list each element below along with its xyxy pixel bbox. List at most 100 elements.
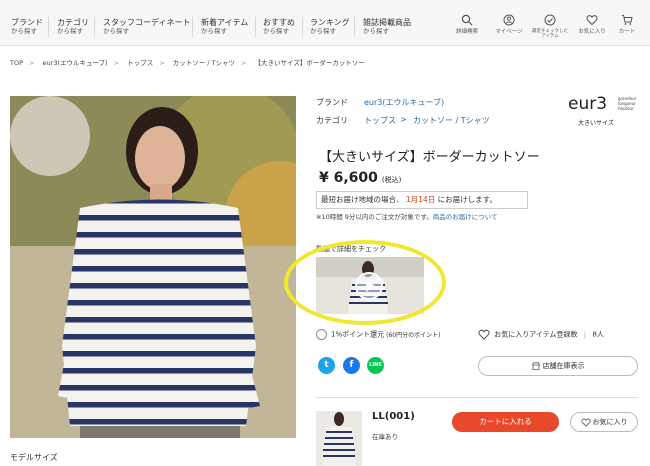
store-stock-button[interactable]: 店舗在庫表示	[478, 356, 638, 376]
order-note-text: ※10時間 9分以内のご注文が対象です。	[316, 213, 433, 221]
delivery-box: 最短お届け地域の場合、 1月14日 にお届けします。	[316, 191, 528, 209]
line-icon: LINE	[369, 362, 382, 368]
price: ¥ 6,600 (税込)	[319, 170, 401, 186]
add-to-cart-button[interactable]: カートに入れる	[452, 412, 559, 432]
breadcrumb-tops[interactable]: トップス	[127, 59, 153, 67]
cart-button[interactable]: カート	[609, 14, 645, 35]
logo-main-text: eur3	[568, 94, 608, 114]
divider: |	[583, 330, 587, 339]
order-note: ※10時間 9分以内のご注文が対象です。商品のお届けについて	[316, 211, 498, 221]
nav-recommend[interactable]: おすすめ から探す	[263, 18, 295, 35]
nav-staff-coordinate[interactable]: スタッフコーディネート から探す	[103, 18, 190, 35]
nav-magazine-label: 雑誌掲載商品	[363, 18, 411, 27]
recent-items-button[interactable]: 最近チェックしたアイテム	[532, 14, 568, 39]
mypage-button[interactable]: マイページ	[491, 14, 527, 35]
video-label: 動画で詳細をチェック	[316, 245, 386, 253]
play-icon[interactable]	[354, 271, 384, 301]
favorites-label: お気に入り	[578, 29, 606, 35]
delivery-info-link[interactable]: 商品のお届けについて	[433, 213, 498, 221]
detailed-search-button[interactable]: 詳細検索	[449, 14, 485, 35]
add-favorite-button[interactable]: お気に入り	[570, 412, 638, 432]
nav-ranking-sub: から探す	[310, 27, 336, 35]
sku-stock-status: 在庫あり	[372, 433, 398, 441]
nav-ranking-label: ランキング	[310, 18, 350, 27]
breadcrumb-separator-icon: >	[159, 59, 165, 67]
breadcrumb-current: 【大きいサイズ】ボーダーカットソー	[254, 59, 365, 67]
store-icon	[531, 362, 540, 370]
heart-icon	[580, 418, 591, 427]
add-favorite-label: お気に入り	[592, 418, 628, 426]
nav-category-sub: から探す	[57, 27, 83, 35]
heart-icon	[478, 329, 490, 340]
delivery-date: 1月14日	[405, 195, 436, 204]
delivery-prefix: 最短お届け地域の場合、	[321, 195, 404, 204]
category-link-tops[interactable]: トップス	[364, 115, 396, 126]
sku-thumbnail	[316, 411, 362, 466]
breadcrumb-separator-icon: >	[241, 59, 247, 67]
user-icon	[503, 14, 515, 26]
twitter-share-button[interactable]: t	[318, 357, 335, 374]
product-title: 【大きいサイズ】ボーダーカットソー	[319, 150, 540, 165]
line-share-button[interactable]: LINE	[367, 357, 384, 374]
twitter-icon: t	[324, 360, 329, 370]
model-size-heading: モデルサイズ	[10, 453, 58, 462]
nav-staff-sub: から探す	[103, 27, 129, 35]
category-link-cutsew[interactable]: カットソー / Tシャツ	[413, 115, 490, 126]
nav-category-label: カテゴリ	[57, 18, 89, 27]
nav-divider	[255, 17, 256, 37]
nav-divider	[48, 17, 49, 37]
delivery-suffix: にお届けします。	[437, 195, 497, 204]
recent-items-label: 最近チェックしたアイテム	[532, 29, 568, 39]
store-stock-label: 店舗在庫表示	[542, 362, 585, 370]
mypage-label: マイページ	[495, 29, 523, 35]
nav-brand[interactable]: ブランド から探す	[11, 18, 43, 35]
nav-brand-label: ブランド	[11, 18, 43, 27]
favorite-count-value: 8人	[592, 330, 604, 339]
category-label: カテゴリ	[316, 116, 348, 125]
brand-link[interactable]: eur3(エウルキューブ)	[364, 97, 444, 108]
breadcrumb-top[interactable]: TOP	[10, 59, 23, 67]
cart-icon	[621, 15, 633, 25]
check-circle-icon	[544, 14, 556, 26]
nav-ranking[interactable]: ランキング から探す	[310, 18, 350, 35]
nav-new-items[interactable]: 新着アイテム から探す	[201, 18, 248, 35]
heart-icon	[586, 15, 598, 26]
breadcrumb-separator-icon: >	[113, 59, 120, 67]
nav-magazine-sub: から探す	[363, 27, 389, 35]
logo-subtitle: 大きいサイズ	[578, 120, 614, 127]
breadcrumb-brand[interactable]: eur3(エウルキューブ)	[43, 59, 108, 67]
favorite-count-label: お気に入りアイテム登録数	[494, 330, 578, 339]
facebook-icon: f	[349, 360, 354, 370]
brand-logo: eur3 grandeur longueur hauteur 大きいサイズ	[568, 94, 638, 128]
points-icon	[316, 329, 327, 340]
nav-category[interactable]: カテゴリ から探す	[57, 18, 89, 35]
nav-staff-label: スタッフコーディネート	[103, 18, 191, 27]
favorite-count: お気に入りアイテム登録数 | 8人	[478, 329, 604, 340]
favorites-button[interactable]: お気に入り	[574, 14, 610, 35]
breadcrumb-separator-icon: >	[29, 59, 35, 67]
nav-recommend-sub: から探す	[263, 27, 289, 35]
product-photo[interactable]	[10, 96, 296, 438]
points-info: 1%ポイント還元 (60円分のポイント)	[316, 329, 440, 340]
category-separator: >	[400, 115, 407, 124]
search-icon	[461, 14, 473, 26]
nav-new-label: 新着アイテム	[201, 18, 249, 27]
breadcrumb: TOP > eur3(エウルキューブ) > トップス > カットソー / Tシャツ > …	[10, 57, 371, 67]
nav-divider	[354, 17, 355, 37]
price-tax: (税込)	[381, 176, 402, 184]
sku-image	[316, 411, 362, 466]
top-navigation: ブランド から探す カテゴリ から探す スタッフコーディネート から探す 新着アイテム…	[0, 0, 650, 46]
nav-recommend-label: おすすめ	[263, 18, 295, 27]
price-value: ¥ 6,600	[319, 170, 378, 186]
nav-new-sub: から探す	[201, 27, 227, 35]
brand-label: ブランド	[316, 98, 348, 107]
nav-magazine[interactable]: 雑誌掲載商品 から探す	[363, 18, 411, 35]
divider	[316, 397, 638, 398]
breadcrumb-cutsew[interactable]: カットソー / Tシャツ	[173, 59, 235, 67]
cart-label: カート	[618, 29, 636, 35]
facebook-share-button[interactable]: f	[343, 357, 360, 374]
video-thumbnail[interactable]	[316, 257, 424, 314]
nav-brand-sub: から探す	[11, 27, 37, 35]
model-photo-illustration	[10, 96, 296, 438]
nav-divider	[192, 17, 193, 37]
